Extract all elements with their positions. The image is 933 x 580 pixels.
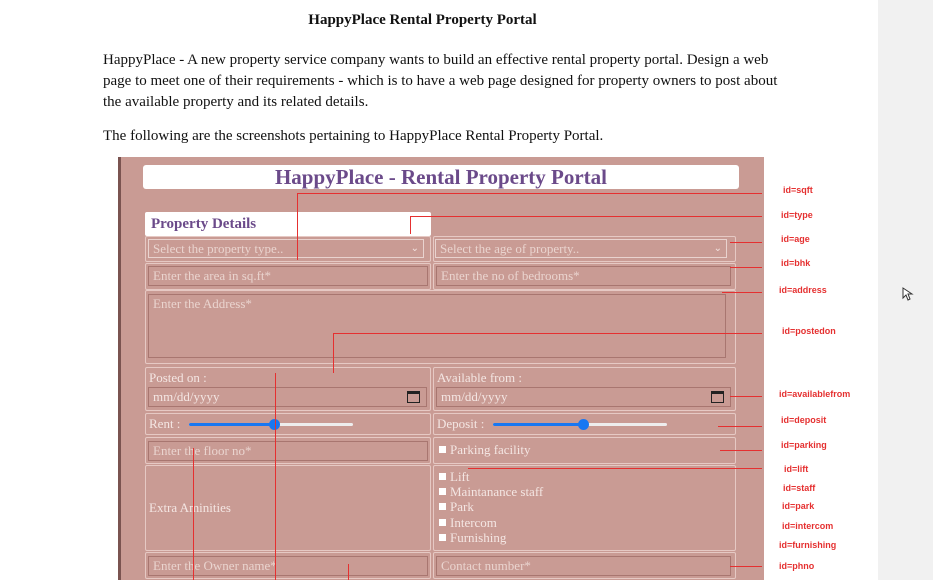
portal-title: HappyPlace - Rental Property Portal <box>143 165 739 189</box>
sqft-annotation-line <box>297 193 762 194</box>
owner-name-input[interactable]: Enter the Owner name* <box>148 556 428 576</box>
available-from-value: mm/dd/yyyy <box>441 389 508 404</box>
bhk-annotation-line <box>730 267 762 268</box>
amenity-row[interactable]: Intercom <box>439 515 497 530</box>
deposit-label: Deposit : <box>437 416 485 431</box>
type-annotation-line <box>410 216 762 217</box>
floor-input[interactable]: Enter the floor no* <box>148 441 428 461</box>
annotation-staff: id=staff <box>783 483 816 493</box>
section-title: Property Details <box>145 212 431 236</box>
amenity-label: Intercom <box>450 515 497 530</box>
bedrooms-input[interactable]: Enter the no of bedrooms* <box>436 266 731 286</box>
age-annotation-line <box>730 242 762 243</box>
amenity-label: Park <box>450 499 474 514</box>
contact-number-input[interactable]: Contact number* <box>436 556 731 576</box>
address-annotation-line <box>722 292 762 293</box>
amenity-row[interactable]: Lift <box>439 469 470 484</box>
annotation-intercom: id=intercom <box>782 521 834 531</box>
annotation-phno: id=phno <box>779 561 815 571</box>
parking-annotation-line <box>720 450 762 451</box>
posted-on-label: Posted on : <box>149 370 207 385</box>
available-from-label: Available from : <box>437 370 522 385</box>
parking-checkbox-row[interactable]: Parking facility <box>439 442 531 457</box>
deposit-slider[interactable] <box>493 419 667 430</box>
amenity-row[interactable]: Furnishing <box>439 530 506 545</box>
staff-checkbox[interactable] <box>439 488 446 495</box>
postedon-annotation-line <box>333 333 334 373</box>
posted-on-value: mm/dd/yyyy <box>153 389 220 404</box>
chevron-down-icon: ⌄ <box>713 243 722 254</box>
amenity-label: Lift <box>450 469 470 484</box>
furnishing-checkbox[interactable] <box>439 534 446 541</box>
annotation-availablefrom: id=availablefrom <box>779 389 851 399</box>
property-age-select[interactable]: Select the age of property.. ⌄ <box>435 239 727 258</box>
sqft-input[interactable]: Enter the area in sq.ft* <box>148 266 428 286</box>
amenity-row[interactable]: Park <box>439 499 474 514</box>
screenshots-paragraph: The following are the screenshots pertai… <box>103 128 604 144</box>
parking-checkbox[interactable] <box>439 446 446 453</box>
annotation-lift: id=lift <box>784 464 809 474</box>
annotation-address: id=address <box>779 285 827 295</box>
annotation-age: id=age <box>781 234 810 244</box>
type-annotation-line <box>410 216 411 234</box>
lift-annotation-line <box>468 468 762 469</box>
property-type-select[interactable]: Select the property type.. ⌄ <box>148 239 424 258</box>
rent-slider-fill <box>189 423 275 426</box>
parking-label: Parking facility <box>450 442 531 457</box>
amenity-label: Maintanance staff <box>450 484 544 499</box>
annotation-sqft: id=sqft <box>783 185 813 195</box>
amenities-label: Extra Aminities <box>149 500 231 515</box>
annotation-postedon: id=postedon <box>782 326 836 336</box>
mouse-cursor-icon <box>902 287 914 301</box>
rent-label: Rent : <box>149 416 181 431</box>
chevron-down-icon: ⌄ <box>410 243 419 254</box>
lift-checkbox[interactable] <box>439 473 446 480</box>
postedon-annotation-line <box>333 333 762 334</box>
address-textarea[interactable]: Enter the Address* <box>148 294 726 358</box>
rent-slider[interactable] <box>189 419 353 430</box>
deposit-slider-fill <box>493 423 584 426</box>
posted-on-date-input[interactable]: mm/dd/yyyy <box>148 387 427 407</box>
floor-annotation-line <box>193 448 194 580</box>
deposit-annotation-line <box>718 426 762 427</box>
sqft-annotation-line <box>297 193 298 260</box>
annotation-furnishing: id=furnishing <box>779 540 837 550</box>
property-type-placeholder: Select the property type.. <box>153 241 284 256</box>
contact-annotation-line <box>348 564 349 580</box>
amenity-row[interactable]: Maintanance staff <box>439 484 543 499</box>
amenity-label: Furnishing <box>450 530 507 545</box>
park-checkbox[interactable] <box>439 503 446 510</box>
annotation-type: id=type <box>781 210 813 220</box>
available-from-date-input[interactable]: mm/dd/yyyy <box>436 387 731 407</box>
phno-annotation-line <box>730 566 762 567</box>
document-title: HappyPlace Rental Property Portal <box>308 12 537 28</box>
owner-annotation-line <box>275 373 276 580</box>
portal-screenshot: HappyPlace - Rental Property Portal Prop… <box>118 157 764 580</box>
intro-paragraph: HappyPlace - A new property service comp… <box>103 52 778 110</box>
annotation-deposit: id=deposit <box>781 415 827 425</box>
availablefrom-annotation-line <box>730 396 762 397</box>
property-age-placeholder: Select the age of property.. <box>440 241 580 256</box>
calendar-icon[interactable] <box>711 391 724 403</box>
calendar-icon[interactable] <box>407 391 420 403</box>
annotation-park: id=park <box>782 501 815 511</box>
annotation-bhk: id=bhk <box>781 258 811 268</box>
intercom-checkbox[interactable] <box>439 519 446 526</box>
annotation-parking: id=parking <box>781 440 827 450</box>
